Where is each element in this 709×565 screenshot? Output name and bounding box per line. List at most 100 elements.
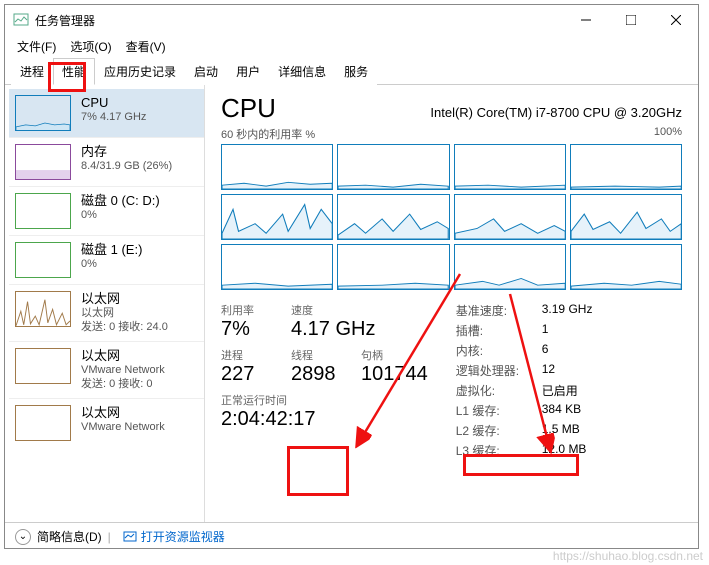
stat-value: 7% bbox=[221, 318, 273, 341]
disk-thumb bbox=[15, 242, 71, 278]
cpu-core-chart bbox=[337, 194, 449, 240]
net-thumb bbox=[15, 405, 71, 441]
task-manager-window: 任务管理器 文件(F) 选项(O) 查看(V) 进程 性能 应用历史记录 启动 … bbox=[4, 4, 699, 549]
stat-key: L3 缓存: bbox=[456, 442, 530, 459]
stat-key: L2 缓存: bbox=[456, 422, 530, 439]
stat-key: 虚拟化: bbox=[456, 382, 530, 399]
tab-details[interactable]: 详细信息 bbox=[269, 58, 335, 85]
page-title: CPU bbox=[221, 93, 276, 124]
expand-chevron-icon[interactable]: ⌄ bbox=[15, 529, 31, 545]
sidebar-label: 以太网 bbox=[81, 348, 165, 364]
stat-value: 4.17 GHz bbox=[291, 318, 375, 341]
stats-right: 基准速度: 3.19 GHz 插槽: 1 内核: 6 逻辑处理器: 12 虚拟化: 已启用… bbox=[456, 302, 593, 462]
cpu-core-chart bbox=[454, 144, 566, 190]
stat-val: 3.19 GHz bbox=[542, 302, 593, 319]
window-controls bbox=[563, 5, 698, 35]
sidebar-item-ethernet0[interactable]: 以太网以太网 发送: 0 接收: 24.0 bbox=[9, 284, 204, 341]
resource-monitor-link[interactable]: 打开资源监视器 bbox=[123, 528, 225, 545]
sidebar[interactable]: CPU7% 4.17 GHz 内存8.4/31.9 GB (26%) 磁盘 0 … bbox=[5, 85, 205, 522]
menubar: 文件(F) 选项(O) 查看(V) bbox=[5, 35, 698, 57]
cpu-core-chart bbox=[454, 244, 566, 290]
sidebar-sub: 7% 4.17 GHz bbox=[81, 111, 146, 125]
tab-processes[interactable]: 进程 bbox=[11, 58, 53, 85]
sidebar-sub: 以太网 发送: 0 接收: 24.0 bbox=[81, 307, 168, 335]
net-thumb bbox=[15, 348, 71, 384]
sidebar-sub: VMware Network 发送: 0 接收: 0 bbox=[81, 364, 165, 392]
menu-view[interactable]: 查看(V) bbox=[122, 36, 170, 57]
tabs: 进程 性能 应用历史记录 启动 用户 详细信息 服务 bbox=[5, 57, 698, 85]
tab-performance[interactable]: 性能 bbox=[53, 58, 95, 85]
sidebar-item-disk1[interactable]: 磁盘 1 (E:)0% bbox=[9, 235, 204, 284]
stats-area: 利用率7% 速度4.17 GHz 进程227 线程2898 句柄101744 正… bbox=[221, 302, 682, 462]
sidebar-item-memory[interactable]: 内存8.4/31.9 GB (26%) bbox=[9, 137, 204, 186]
cpu-core-chart bbox=[221, 244, 333, 290]
cpu-thumb bbox=[15, 95, 71, 131]
memory-thumb bbox=[15, 144, 71, 180]
stat-label: 进程 bbox=[221, 347, 273, 363]
cpu-core-chart bbox=[221, 144, 333, 190]
sidebar-label: 以太网 bbox=[81, 291, 168, 307]
stat-val: 1.5 MB bbox=[542, 422, 580, 439]
cpu-chart-grid[interactable] bbox=[221, 144, 682, 290]
tab-history[interactable]: 应用历史记录 bbox=[95, 58, 185, 85]
stat-val: 6 bbox=[542, 342, 549, 359]
cpu-core-chart bbox=[570, 194, 682, 240]
sidebar-item-cpu[interactable]: CPU7% 4.17 GHz bbox=[9, 89, 204, 137]
tab-users[interactable]: 用户 bbox=[227, 58, 269, 85]
content: CPU7% 4.17 GHz 内存8.4/31.9 GB (26%) 磁盘 0 … bbox=[5, 85, 698, 522]
stat-val: 12 bbox=[542, 362, 555, 379]
sidebar-sub: 0% bbox=[81, 258, 142, 272]
disk-thumb bbox=[15, 193, 71, 229]
cpu-core-chart bbox=[570, 144, 682, 190]
stat-label: 线程 bbox=[291, 347, 343, 363]
sidebar-label: 磁盘 0 (C: D:) bbox=[81, 193, 160, 209]
sidebar-label: 内存 bbox=[81, 144, 172, 160]
sidebar-sub: 8.4/31.9 GB (26%) bbox=[81, 160, 172, 174]
footer: ⌄ 简略信息(D) | 打开资源监视器 bbox=[5, 522, 698, 550]
stat-value: 227 bbox=[221, 363, 273, 386]
brief-info-link[interactable]: 简略信息(D) bbox=[37, 528, 102, 545]
stat-label: 速度 bbox=[291, 302, 375, 318]
cpu-core-chart bbox=[570, 244, 682, 290]
monitor-icon bbox=[123, 530, 137, 544]
stat-val: 384 KB bbox=[542, 402, 581, 419]
sidebar-sub: 0% bbox=[81, 209, 160, 223]
window-title: 任务管理器 bbox=[35, 12, 563, 29]
uptime-value: 2:04:42:17 bbox=[221, 408, 428, 431]
stat-val: 1 bbox=[542, 322, 549, 339]
stat-val: 12.0 MB bbox=[542, 442, 587, 459]
main-panel: CPU Intel(R) Core(TM) i7-8700 CPU @ 3.20… bbox=[205, 85, 698, 522]
app-icon bbox=[13, 12, 29, 28]
stat-key: 基准速度: bbox=[456, 302, 530, 319]
chart-label-right: 100% bbox=[654, 126, 682, 142]
cpu-core-chart bbox=[454, 194, 566, 240]
sidebar-sub: VMware Network bbox=[81, 421, 165, 435]
net-thumb bbox=[15, 291, 71, 327]
cpu-core-chart bbox=[337, 144, 449, 190]
stat-key: 插槽: bbox=[456, 322, 530, 339]
stat-key: 逻辑处理器: bbox=[456, 362, 530, 379]
maximize-button[interactable] bbox=[608, 5, 653, 35]
sidebar-item-disk0[interactable]: 磁盘 0 (C: D:)0% bbox=[9, 186, 204, 235]
sidebar-item-ethernet1[interactable]: 以太网VMware Network 发送: 0 接收: 0 bbox=[9, 341, 204, 398]
stat-label: 利用率 bbox=[221, 302, 273, 318]
uptime-label: 正常运行时间 bbox=[221, 392, 428, 408]
close-button[interactable] bbox=[653, 5, 698, 35]
stat-label: 句柄 bbox=[361, 347, 428, 363]
stat-value: 101744 bbox=[361, 363, 428, 386]
minimize-button[interactable] bbox=[563, 5, 608, 35]
sidebar-label: 磁盘 1 (E:) bbox=[81, 242, 142, 258]
titlebar[interactable]: 任务管理器 bbox=[5, 5, 698, 35]
tab-services[interactable]: 服务 bbox=[335, 58, 377, 85]
stat-key: 内核: bbox=[456, 342, 530, 359]
stat-value: 2898 bbox=[291, 363, 343, 386]
sidebar-item-ethernet2[interactable]: 以太网VMware Network bbox=[9, 398, 204, 447]
tab-startup[interactable]: 启动 bbox=[185, 58, 227, 85]
menu-options[interactable]: 选项(O) bbox=[66, 36, 115, 57]
stat-val: 已启用 bbox=[542, 382, 578, 399]
sidebar-label: CPU bbox=[81, 95, 146, 111]
separator: | bbox=[108, 530, 111, 544]
cpu-model: Intel(R) Core(TM) i7-8700 CPU @ 3.20GHz bbox=[430, 105, 682, 120]
stat-key: L1 缓存: bbox=[456, 402, 530, 419]
menu-file[interactable]: 文件(F) bbox=[13, 36, 60, 57]
